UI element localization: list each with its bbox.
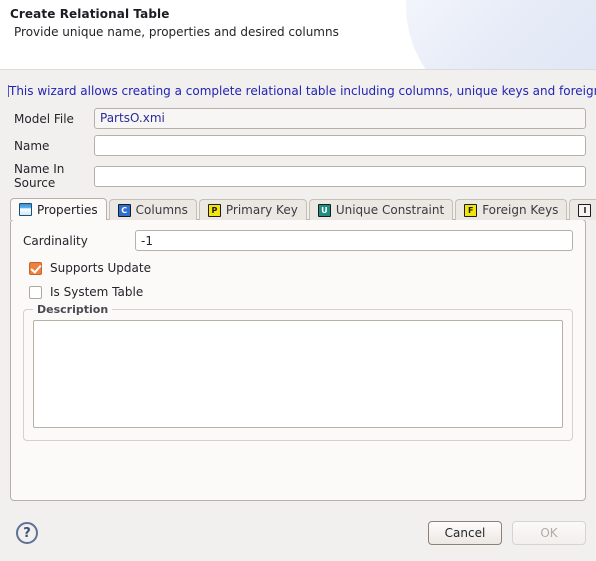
status-message-text: This wizard allows creating a complete r… — [9, 84, 596, 98]
tab-properties-label: Properties — [37, 202, 98, 217]
is-system-table-checkbox[interactable] — [29, 285, 42, 299]
column-badge-icon: C — [117, 203, 131, 217]
tab-foreign-keys-label: Foreign Keys — [482, 203, 559, 217]
tab-properties[interactable]: Properties — [10, 198, 107, 220]
form-fields: Model File Name Name In Source — [0, 108, 596, 190]
supports-update-checkbox[interactable] — [29, 261, 42, 275]
description-textarea[interactable] — [33, 320, 563, 428]
name-in-source-input[interactable] — [94, 165, 586, 187]
form-row-model-file: Model File — [10, 108, 586, 129]
tab-columns-label: Columns — [135, 203, 188, 217]
is-system-table-row[interactable]: Is System Table — [23, 285, 573, 299]
table-properties-icon — [19, 203, 32, 216]
ok-button[interactable]: OK — [512, 521, 586, 545]
unique-constraint-badge-icon: U — [317, 203, 331, 217]
page-subtitle: Provide unique name, properties and desi… — [14, 25, 339, 39]
model-file-input[interactable] — [94, 108, 586, 129]
tab-unique-constraint-label: Unique Constraint — [335, 203, 445, 217]
tab-unique-constraint[interactable]: U Unique Constraint — [308, 199, 454, 220]
tab-columns[interactable]: C Columns — [108, 199, 197, 220]
primary-key-badge-icon: P — [207, 203, 221, 217]
cardinality-label: Cardinality — [23, 233, 88, 248]
tab-strip: Properties C Columns P Primary Key U Uni… — [10, 198, 596, 220]
cardinality-row: Cardinality — [23, 230, 573, 251]
description-group-title: Description — [33, 303, 113, 316]
dialog-footer: ? Cancel OK — [0, 505, 596, 561]
status-message: This wizard allows creating a complete r… — [0, 70, 596, 108]
tab-primary-key[interactable]: P Primary Key — [198, 199, 307, 220]
name-label: Name — [14, 138, 50, 153]
form-row-name: Name — [10, 135, 586, 156]
page-title: Create Relational Table — [10, 7, 170, 21]
index-badge-icon: I — [578, 203, 592, 217]
properties-tab-panel: Cardinality Supports Update Is System Ta… — [10, 219, 586, 501]
cancel-button[interactable]: Cancel — [428, 521, 502, 545]
model-file-label: Model File — [14, 111, 74, 126]
cardinality-input[interactable] — [135, 230, 573, 251]
supports-update-row[interactable]: Supports Update — [23, 261, 573, 275]
header-decoration-inner — [406, 0, 596, 69]
name-input[interactable] — [94, 135, 586, 156]
help-icon[interactable]: ? — [16, 522, 38, 544]
wizard-body: This wizard allows creating a complete r… — [0, 70, 596, 505]
form-row-name-in-source: Name In Source — [10, 162, 586, 190]
foreign-key-badge-icon: F — [464, 203, 478, 217]
tab-primary-key-label: Primary Key — [225, 203, 298, 217]
tab-indexes[interactable]: I Indexes — [569, 199, 596, 220]
header-decoration-outer — [426, 0, 596, 69]
is-system-table-label: Is System Table — [50, 285, 144, 299]
description-groupbox: Description — [23, 303, 573, 441]
tab-container: Properties C Columns P Primary Key U Uni… — [10, 198, 596, 501]
tab-foreign-keys[interactable]: F Foreign Keys — [455, 199, 568, 220]
name-in-source-label: Name In Source — [14, 162, 65, 190]
supports-update-label: Supports Update — [50, 261, 151, 275]
wizard-header: Create Relational Table Provide unique n… — [0, 0, 596, 70]
